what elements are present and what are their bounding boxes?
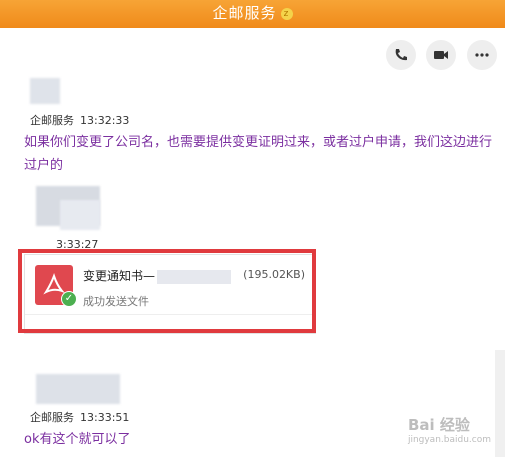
window-title: 企邮服务 z (0, 2, 505, 23)
more-icon (475, 53, 489, 57)
watermark-brand: Bai 经验 (407, 416, 470, 434)
message-meta: 企邮服务 13:33:51 (30, 409, 129, 425)
scrollbar[interactable] (495, 350, 505, 457)
message-text: 如果你们变更了公司名，也需要提供变更证明过来，或者过户申请，我们这边进行过户的 (24, 135, 493, 173)
message-time: 13:33:51 (80, 411, 130, 424)
sender-name: 企邮服务 (30, 114, 74, 127)
message-text: ok有这个就可以了 (24, 432, 131, 447)
watermark-site: jingyan.baidu.com (407, 435, 491, 445)
video-call-button[interactable] (426, 40, 456, 70)
crown-icon: z (280, 7, 293, 20)
window-title-text: 企邮服务 (212, 4, 277, 22)
more-button[interactable] (467, 40, 497, 70)
avatar (30, 78, 60, 104)
video-icon (434, 51, 448, 59)
blur-mask (60, 200, 100, 230)
avatar (36, 374, 120, 404)
phone-call-button[interactable] (386, 40, 416, 70)
message-meta: 企邮服务 13:32:33 (30, 112, 129, 128)
watermark: Bai 经验 jingyan.baidu.com (408, 414, 491, 445)
phone-icon (395, 49, 407, 61)
title-bar: 企邮服务 z (0, 0, 505, 28)
highlight-box (18, 249, 316, 333)
message-time: 13:32:33 (80, 114, 130, 127)
sender-name: 企邮服务 (30, 411, 74, 424)
